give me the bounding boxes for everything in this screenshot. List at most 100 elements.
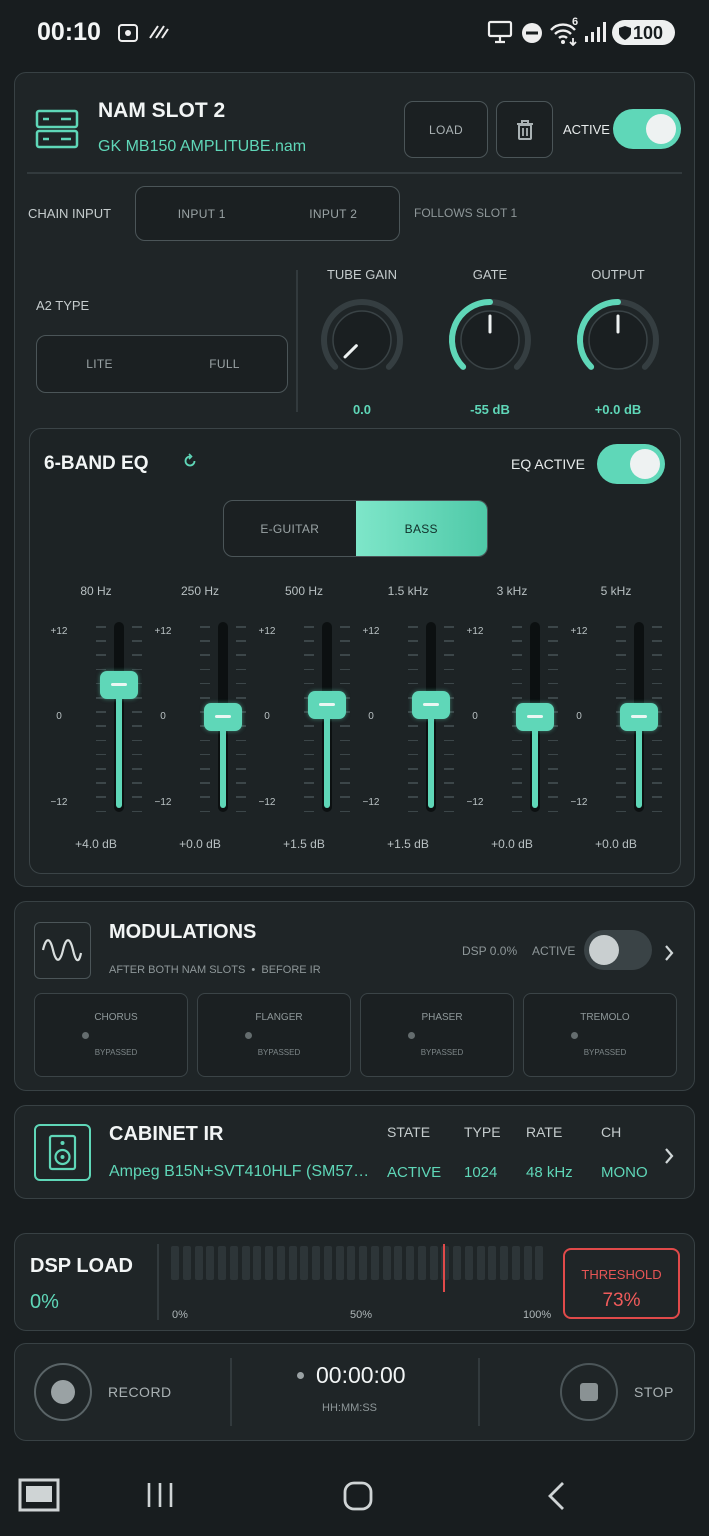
chain-input-option-1[interactable]: INPUT 1 bbox=[136, 187, 268, 240]
recent-apps-icon[interactable] bbox=[145, 1480, 175, 1510]
eq-scale-tick bbox=[652, 782, 662, 784]
eq-slider-handle[interactable] bbox=[516, 703, 554, 731]
knob-gate[interactable] bbox=[445, 295, 535, 385]
eq-scale-tick bbox=[616, 640, 626, 642]
eq-scale-min: −12 bbox=[570, 797, 588, 808]
eq-scale-tick bbox=[444, 668, 454, 671]
eq-scale-tick bbox=[548, 640, 558, 642]
load-button[interactable]: LOAD bbox=[404, 101, 488, 158]
eq-slider-handle[interactable] bbox=[620, 703, 658, 731]
eq-scale-tick bbox=[444, 626, 454, 628]
eq-band-frequency: 3 kHz bbox=[496, 584, 528, 598]
eq-band-gain: +0.0 dB bbox=[491, 837, 533, 851]
dsp-meter-bar bbox=[218, 1246, 226, 1280]
delete-button[interactable] bbox=[496, 101, 553, 158]
eq-scale-tick bbox=[652, 768, 662, 770]
cabinet-title: CABINET IR bbox=[109, 1123, 224, 1145]
dsp-meter-bar bbox=[265, 1246, 273, 1280]
eq-scale-tick bbox=[340, 753, 350, 756]
speaker-icon-box bbox=[34, 1124, 91, 1181]
eq-slider-handle[interactable] bbox=[412, 691, 450, 720]
dsp-meter-bar bbox=[359, 1246, 367, 1280]
monitor-icon bbox=[487, 20, 513, 44]
eq-scale-tick bbox=[200, 626, 210, 628]
eq-scale-tick bbox=[616, 654, 626, 656]
eq-scale-tick bbox=[132, 782, 142, 784]
eq-scale-tick bbox=[132, 768, 142, 770]
a2-type-option-lite[interactable]: LITE bbox=[37, 336, 162, 392]
rec-divider-left bbox=[230, 1358, 232, 1426]
eq-scale-tick bbox=[512, 697, 522, 699]
eq-band-gain: +1.5 dB bbox=[283, 837, 325, 851]
eq-active-toggle[interactable] bbox=[597, 444, 665, 484]
chain-input-option-2[interactable]: INPUT 2 bbox=[268, 187, 400, 240]
eq-scale-tick bbox=[512, 668, 522, 671]
eq-scale-tick bbox=[132, 640, 142, 642]
eq-scale-tick bbox=[616, 739, 626, 742]
effect-phaser[interactable]: PHASER BYPASSED bbox=[360, 993, 514, 1077]
effect-flanger[interactable]: FLANGER BYPASSED bbox=[197, 993, 351, 1077]
eq-slider-fill bbox=[428, 705, 434, 808]
eq-scale-tick bbox=[408, 796, 418, 798]
eq-scale-tick bbox=[236, 640, 246, 642]
eq-band-gain: +0.0 dB bbox=[179, 837, 221, 851]
eq-panel: 6-BAND EQ EQ ACTIVE E-GUITAR BASS 80 Hz +… bbox=[29, 428, 681, 874]
eq-band-gain: +4.0 dB bbox=[75, 837, 117, 851]
cabinet-ir-panel[interactable]: CABINET IR Ampeg B15N+SVT410HLF (SM57… S… bbox=[14, 1105, 695, 1199]
knob-output[interactable] bbox=[573, 295, 663, 385]
eq-slider-handle[interactable] bbox=[204, 703, 242, 731]
eq-scale-tick bbox=[340, 640, 350, 642]
eq-scale-min: −12 bbox=[362, 797, 380, 808]
knob-tube-gain[interactable] bbox=[317, 295, 407, 385]
chevron-right-icon[interactable] bbox=[663, 944, 675, 962]
eq-scale-tick bbox=[96, 796, 106, 798]
eq-scale-mid: 0 bbox=[264, 711, 270, 722]
eq-slider-handle[interactable] bbox=[100, 671, 138, 700]
active-label: ACTIVE bbox=[563, 122, 610, 137]
nam-active-toggle[interactable] bbox=[613, 109, 681, 149]
eq-scale-tick bbox=[548, 796, 558, 798]
dsp-meter-bar bbox=[323, 1246, 332, 1280]
eq-scale-tick bbox=[408, 739, 418, 742]
eq-scale-tick bbox=[132, 668, 142, 671]
eq-scale-tick bbox=[408, 810, 418, 813]
eq-scale-tick bbox=[304, 753, 314, 756]
eq-reset-icon[interactable] bbox=[182, 453, 198, 469]
keyboard-icon[interactable] bbox=[18, 1478, 60, 1512]
stop-button[interactable] bbox=[560, 1363, 618, 1421]
eq-band-gain: +1.5 dB bbox=[387, 837, 429, 851]
a2-type-option-full[interactable]: FULL bbox=[162, 336, 287, 392]
eq-scale-tick bbox=[96, 711, 106, 713]
eq-band: 250 Hz +12 0 −12 +0.0 dB bbox=[148, 584, 252, 859]
knob-gate-value: -55 dB bbox=[470, 402, 510, 417]
home-icon[interactable] bbox=[342, 1480, 374, 1512]
effect-tremolo[interactable]: TREMOLO BYPASSED bbox=[523, 993, 677, 1077]
dsp-meter-bar bbox=[276, 1246, 285, 1280]
effect-chorus[interactable]: CHORUS BYPASSED bbox=[34, 993, 188, 1077]
record-button[interactable] bbox=[34, 1363, 92, 1421]
eq-scale-tick bbox=[96, 739, 106, 742]
data-saver-icon bbox=[149, 25, 169, 39]
eq-scale-tick bbox=[96, 768, 106, 770]
eq-scale-tick bbox=[444, 782, 454, 784]
chevron-right-icon[interactable] bbox=[663, 1147, 675, 1165]
eq-mode-bass[interactable]: BASS bbox=[355, 501, 487, 556]
eq-scale-tick bbox=[652, 697, 662, 699]
eq-scale-tick bbox=[200, 682, 210, 685]
eq-scale-min: −12 bbox=[154, 797, 172, 808]
nam-file-name: GK MB150 AMPLITUBE.nam bbox=[98, 138, 307, 155]
back-icon[interactable] bbox=[545, 1480, 567, 1512]
eq-scale-tick bbox=[96, 668, 106, 671]
threshold-button[interactable]: THRESHOLD 73% bbox=[563, 1248, 680, 1319]
eq-slider-handle[interactable] bbox=[308, 691, 346, 720]
eq-mode-e-guitar[interactable]: E-GUITAR bbox=[224, 501, 356, 556]
stop-label[interactable]: STOP bbox=[634, 1384, 674, 1400]
modulations-active-toggle[interactable] bbox=[584, 930, 652, 970]
record-label[interactable]: RECORD bbox=[108, 1384, 172, 1400]
eq-scale-tick bbox=[548, 682, 558, 685]
cabinet-ir-name: Ampeg B15N+SVT410HLF (SM57… bbox=[109, 1163, 370, 1180]
eq-scale-mid: 0 bbox=[56, 711, 62, 722]
cabinet-state-header: STATE bbox=[387, 1124, 431, 1140]
wave-icon-box bbox=[34, 922, 91, 979]
eq-scale-min: −12 bbox=[50, 797, 68, 808]
